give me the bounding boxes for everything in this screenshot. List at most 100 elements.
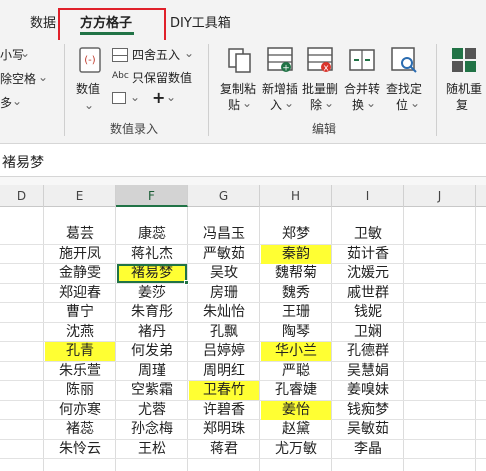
cell-e8[interactable]: 朱乐萱 — [45, 362, 115, 381]
cell-d9[interactable] — [1, 381, 43, 400]
cell-i12[interactable]: 李晶 — [333, 440, 403, 459]
cell-g9[interactable]: 卫春竹 — [189, 381, 259, 400]
cell-d1[interactable] — [1, 225, 43, 244]
cell-i6[interactable]: 卫娴 — [333, 323, 403, 342]
cell-d2[interactable] — [1, 245, 43, 264]
find-label-2[interactable]: 位 — [396, 96, 408, 113]
fill-handle[interactable] — [184, 279, 189, 285]
column-header-i[interactable]: I — [332, 185, 404, 207]
cell-h4[interactable]: 魏秀 — [261, 284, 331, 303]
cell-d6[interactable] — [1, 323, 43, 342]
edit-icon[interactable] — [112, 92, 126, 104]
cell-e1[interactable]: 葛芸 — [45, 225, 115, 244]
cell-j2[interactable] — [405, 245, 475, 264]
cell-e5[interactable]: 曹宁 — [45, 303, 115, 322]
value-button-label[interactable]: 数值 — [76, 80, 100, 97]
cell-f1[interactable]: 康蕊 — [117, 225, 187, 244]
copy-paste-icon[interactable] — [226, 46, 254, 74]
cell-h8[interactable]: 严聪 — [261, 362, 331, 381]
cell-j9[interactable] — [405, 381, 475, 400]
cell-i2[interactable]: 茹计香 — [333, 245, 403, 264]
cell-f4[interactable]: 姜莎 — [117, 284, 187, 303]
cell-d10[interactable] — [1, 401, 43, 420]
delete-label[interactable]: 批量删 — [302, 80, 338, 97]
column-header-e[interactable]: E — [44, 185, 116, 207]
cell-j12[interactable] — [405, 440, 475, 459]
cell-g10[interactable]: 许碧香 — [189, 401, 259, 420]
cell-i9[interactable]: 姜嗅妹 — [333, 381, 403, 400]
cell-h1[interactable]: 郑梦 — [261, 225, 331, 244]
random-repeat-label[interactable]: 随机重 — [446, 80, 482, 97]
cell-g4[interactable]: 房珊 — [189, 284, 259, 303]
cell-g5[interactable]: 朱灿怡 — [189, 303, 259, 322]
cell-e10[interactable]: 何亦寒 — [45, 401, 115, 420]
cell-g12[interactable]: 蒋君 — [189, 440, 259, 459]
cell-h11[interactable]: 赵黛 — [261, 420, 331, 439]
cell-e11[interactable]: 褚蕊 — [45, 420, 115, 439]
insert-label-2[interactable]: 入 — [270, 96, 282, 113]
cell-j10[interactable] — [405, 401, 475, 420]
cell-i7[interactable]: 孔德群 — [333, 342, 403, 361]
random-repeat-label-2[interactable]: 复 — [456, 96, 468, 113]
cell-h12[interactable]: 尤万敏 — [261, 440, 331, 459]
cell-j5[interactable] — [405, 303, 475, 322]
cell-g6[interactable]: 孔飘 — [189, 323, 259, 342]
cell-g7[interactable]: 吕婷婷 — [189, 342, 259, 361]
merge-label-2[interactable]: 换 — [352, 96, 364, 113]
cell-d3[interactable] — [1, 264, 43, 283]
cell-g8[interactable]: 周明红 — [189, 362, 259, 381]
cell-j3[interactable] — [405, 264, 475, 283]
find-label[interactable]: 查找定 — [386, 80, 422, 97]
cell-g3[interactable]: 吴玫 — [189, 264, 259, 283]
cell-i1[interactable]: 卫敏 — [333, 225, 403, 244]
delete-label-2[interactable]: 除 — [310, 96, 322, 113]
merge-label[interactable]: 合并转 — [344, 80, 380, 97]
tab-diy-toolbox[interactable]: DIY工具箱 — [170, 12, 231, 31]
cell-j7[interactable] — [405, 342, 475, 361]
cell-f3[interactable]: 褚易梦 — [117, 264, 187, 283]
cell-f8[interactable]: 周瑾 — [117, 362, 187, 381]
insert-icon[interactable]: + — [266, 46, 294, 74]
formula-content[interactable]: 褚易梦 — [2, 152, 44, 172]
cell-g2[interactable]: 严敏茹 — [189, 245, 259, 264]
cell-e9[interactable]: 陈丽 — [45, 381, 115, 400]
cell-h6[interactable]: 陶琴 — [261, 323, 331, 342]
cell-d7[interactable] — [1, 342, 43, 361]
cell-f2[interactable]: 蒋礼杰 — [117, 245, 187, 264]
trim-space-button[interactable]: 除空格 — [0, 70, 36, 87]
column-header-j[interactable]: J — [404, 185, 476, 207]
cell-f9[interactable]: 空紫霜 — [117, 381, 187, 400]
cell-h9[interactable]: 孔睿婕 — [261, 381, 331, 400]
cell-f5[interactable]: 朱育彤 — [117, 303, 187, 322]
cell-i8[interactable]: 吴慧娟 — [333, 362, 403, 381]
cell-e6[interactable]: 沈燕 — [45, 323, 115, 342]
cell-f10[interactable]: 尤蓉 — [117, 401, 187, 420]
random-repeat-icon[interactable] — [450, 46, 478, 74]
keep-values-button[interactable]: 只保留数值 — [132, 69, 192, 86]
cell-i4[interactable]: 戚世群 — [333, 284, 403, 303]
copy-paste-label-2[interactable]: 贴 — [228, 96, 240, 113]
column-header-h[interactable]: H — [260, 185, 332, 207]
tab-data[interactable]: 数据 — [30, 12, 56, 31]
cell-i3[interactable]: 沈媛元 — [333, 264, 403, 283]
cell-i11[interactable]: 吴敏茹 — [333, 420, 403, 439]
cell-i10[interactable]: 钱痴梦 — [333, 401, 403, 420]
cell-h10[interactable]: 姜怡 — [261, 400, 331, 420]
cell-g1[interactable]: 冯昌玉 — [189, 225, 259, 244]
cell-e2[interactable]: 施开凤 — [45, 245, 115, 264]
cell-j1[interactable] — [405, 225, 475, 244]
cell-e3[interactable]: 金静雯 — [45, 264, 115, 283]
cell-e4[interactable]: 郑迎春 — [45, 284, 115, 303]
cell-j4[interactable] — [405, 284, 475, 303]
cell-j6[interactable] — [405, 323, 475, 342]
delete-icon[interactable]: x — [306, 46, 334, 74]
cell-e7[interactable]: 孔青 — [45, 342, 115, 361]
cell-h7[interactable]: 华小兰 — [261, 342, 331, 361]
column-header-f[interactable]: F — [116, 185, 188, 207]
more-button[interactable]: 多 — [0, 94, 12, 111]
cell-f6[interactable]: 褚丹 — [117, 323, 187, 342]
merge-icon[interactable] — [348, 46, 376, 74]
column-header-d[interactable]: D — [0, 185, 44, 207]
formula-bar[interactable]: 褚易梦 — [0, 145, 486, 177]
cell-h2[interactable]: 秦韵 — [261, 244, 331, 264]
